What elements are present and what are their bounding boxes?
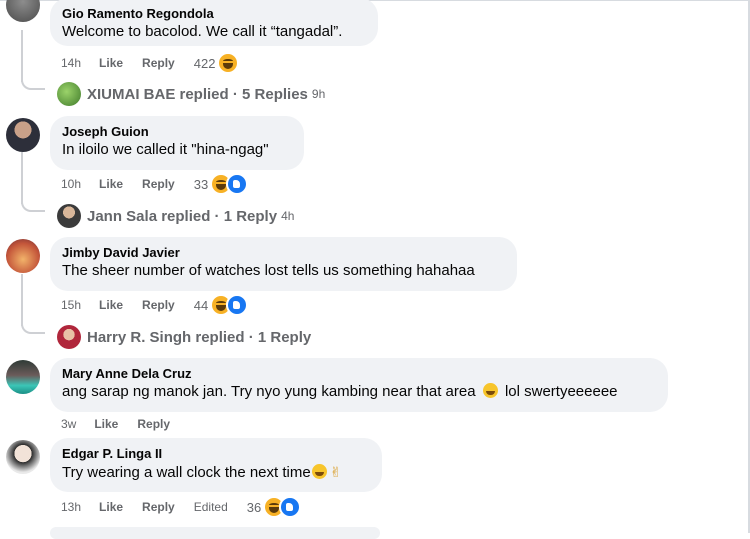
comment-text: Try wearing a wall clock the next time ✌ [62, 462, 370, 483]
next-comment-bubble [50, 527, 380, 539]
comment-author[interactable]: Joseph Guion [62, 123, 292, 140]
reply-connector [21, 76, 45, 90]
comment-author[interactable]: Edgar P. Linga II [62, 445, 370, 462]
comment-time[interactable]: 3w [61, 417, 76, 431]
comment-bubble: Mary Anne Dela Cruz ang sarap ng manok j… [50, 358, 668, 412]
like-icon[interactable] [226, 294, 249, 316]
comment-text: The sheer number of watches lost tells u… [62, 262, 475, 279]
like-button[interactable]: Like [99, 298, 123, 312]
victory-hand-icon: ✌ [329, 464, 342, 480]
comment-actions: 10h Like Reply 33 [61, 173, 249, 195]
comment-time[interactable]: 14h [61, 56, 81, 70]
thread-line [21, 152, 23, 204]
comment-author[interactable]: Mary Anne Dela Cruz [62, 365, 656, 382]
comment-time[interactable]: 10h [61, 177, 81, 191]
comment-bubble: Gio Ramento Regondola Welcome to bacolod… [50, 0, 378, 46]
view-replies-link[interactable]: XIUMAI BAE replied · 5 Replies 9h [57, 82, 325, 106]
like-button[interactable]: Like [99, 56, 123, 70]
avatar[interactable] [6, 440, 40, 474]
avatar[interactable] [6, 239, 40, 273]
edited-label[interactable]: Edited [194, 500, 228, 514]
comment-time[interactable]: 15h [61, 298, 81, 312]
reaction-count[interactable]: 422 [194, 56, 216, 71]
reply-button[interactable]: Reply [137, 417, 170, 431]
comment-author[interactable]: Gio Ramento Regondola [62, 5, 366, 22]
comment-actions: 15h Like Reply 44 [61, 294, 249, 316]
comment-text: In iloilo we called it "hina-ngag" [62, 141, 269, 158]
reply-time: 4h [281, 209, 295, 223]
replied-summary[interactable]: XIUMAI BAE replied · 5 Replies [87, 86, 308, 103]
like-icon[interactable] [279, 496, 302, 518]
reaction-count[interactable]: 33 [194, 177, 208, 192]
reaction-count[interactable]: 36 [247, 500, 261, 515]
comment-text: Welcome to bacolod. We call it “tangadal… [62, 23, 343, 40]
smile-emoji-icon [482, 383, 498, 398]
replied-summary[interactable]: Harry R. Singh replied · 1 Reply [87, 329, 311, 346]
reply-connector [21, 198, 45, 212]
like-button[interactable]: Like [99, 500, 123, 514]
reply-button[interactable]: Reply [142, 298, 175, 312]
comment-actions: 3w Like Reply [61, 415, 189, 433]
haha-icon[interactable] [217, 52, 240, 74]
comment-bubble: Jimby David Javier The sheer number of w… [50, 237, 517, 291]
like-icon[interactable] [226, 173, 249, 195]
reply-button[interactable]: Reply [142, 56, 175, 70]
view-replies-link[interactable]: Harry R. Singh replied · 1 Reply [57, 325, 311, 349]
grin-emoji-icon [311, 464, 327, 479]
avatar[interactable] [6, 118, 40, 152]
avatar [57, 204, 81, 228]
comment-bubble: Joseph Guion In iloilo we called it "hin… [50, 116, 304, 170]
view-replies-link[interactable]: Jann Sala replied · 1 Reply 4h [57, 204, 294, 228]
comment-text: ang sarap ng manok jan. Try nyo yung kam… [62, 382, 656, 402]
reaction-count[interactable]: 44 [194, 298, 208, 313]
avatar[interactable] [6, 0, 40, 22]
like-button[interactable]: Like [94, 417, 118, 431]
thread-line [21, 274, 23, 326]
comment-bubble: Edgar P. Linga II Try wearing a wall clo… [50, 438, 382, 492]
reply-connector [21, 320, 45, 334]
like-button[interactable]: Like [99, 177, 123, 191]
reply-button[interactable]: Reply [142, 500, 175, 514]
comment-text-part: ang sarap ng manok jan. Try nyo yung kam… [62, 383, 476, 400]
comment-actions: 13h Like Reply Edited 36 [61, 496, 302, 518]
avatar[interactable] [6, 360, 40, 394]
avatar [57, 325, 81, 349]
comment-actions: 14h Like Reply 422 [61, 52, 240, 74]
thread-line [21, 30, 23, 82]
replied-summary[interactable]: Jann Sala replied · 1 Reply [87, 208, 277, 225]
comment-text-part: Try wearing a wall clock the next time [62, 464, 311, 481]
reply-button[interactable]: Reply [142, 177, 175, 191]
comment-author[interactable]: Jimby David Javier [62, 244, 505, 261]
comment-text-part: lol swertyeeeeee [504, 383, 618, 400]
reply-time: 9h [311, 87, 326, 101]
comment-time[interactable]: 13h [61, 500, 81, 514]
avatar [57, 82, 81, 106]
